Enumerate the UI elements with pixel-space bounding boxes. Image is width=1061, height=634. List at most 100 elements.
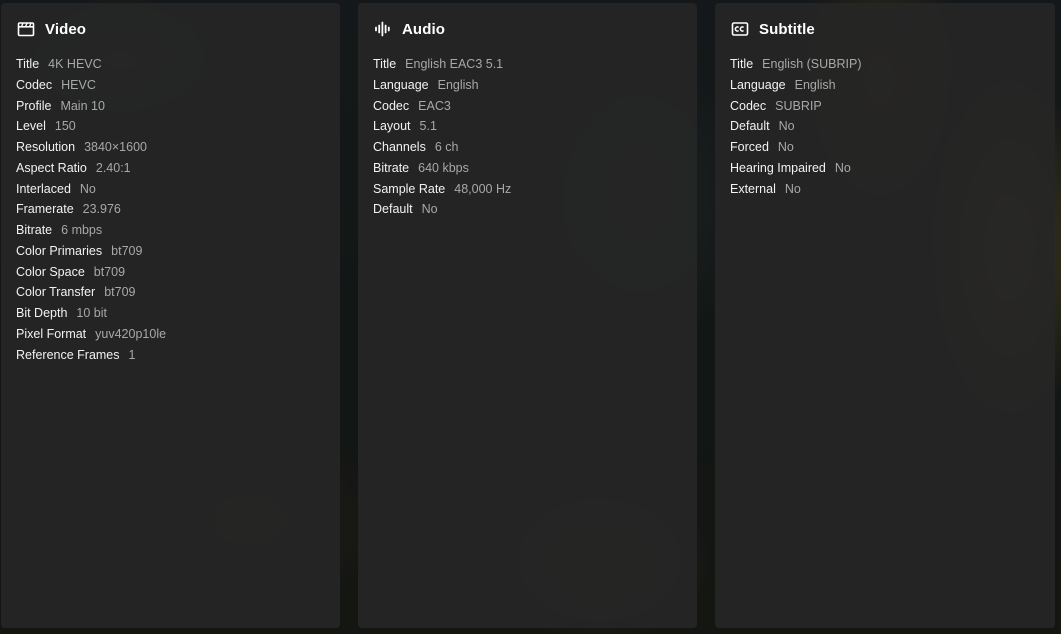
info-label: Channels xyxy=(373,140,426,154)
subtitle-info-row: Title English (SUBRIP) xyxy=(730,54,1045,75)
audio-info-row: Sample Rate 48,000 Hz xyxy=(373,179,687,200)
video-info-panel: Video Title 4K HEVC Codec HEVC Profile Main 1… xyxy=(1,3,340,628)
info-value: EAC3 xyxy=(418,98,451,113)
info-value: No xyxy=(778,119,795,134)
subtitle-panel-header: Subtitle xyxy=(731,20,815,38)
video-info-row: Bit Depth 10 bit xyxy=(16,303,330,324)
audio-info-panel: Audio Title English EAC3 5.1 Language Engli… xyxy=(358,3,697,628)
info-value: bt709 xyxy=(111,243,143,258)
info-label: Sample Rate xyxy=(373,181,446,196)
audio-info-row: Language English xyxy=(373,75,687,96)
video-info-row: Profile Main 10 xyxy=(16,96,330,117)
audio-info-row: Bitrate 640 kbps xyxy=(373,158,687,179)
clapperboard-icon xyxy=(17,20,35,38)
video-info-row: Color Primaries bt709 xyxy=(16,241,330,262)
info-label: Default xyxy=(373,202,413,217)
info-label: Interlaced xyxy=(16,181,71,196)
info-value: Main 10 xyxy=(60,98,105,113)
info-value: No xyxy=(834,160,851,175)
info-label: Codec xyxy=(730,98,767,113)
info-label: Default xyxy=(730,119,770,134)
audio-info-row: Layout 5.1 xyxy=(373,116,687,137)
info-value: No xyxy=(777,140,794,154)
info-label: Aspect Ratio xyxy=(16,160,87,175)
info-label: Bit Depth xyxy=(16,306,68,320)
closed-captions-icon xyxy=(731,20,749,38)
info-value: bt709 xyxy=(93,264,126,279)
info-value: 6 ch xyxy=(434,140,459,154)
info-value: bt709 xyxy=(104,285,136,300)
audio-info-row: Title English EAC3 5.1 xyxy=(373,54,687,75)
info-value: 2.40:1 xyxy=(95,160,131,175)
info-label: Title xyxy=(16,57,40,71)
info-label: External xyxy=(730,181,776,196)
info-value: No xyxy=(421,202,438,217)
info-label: Codec xyxy=(16,77,53,92)
info-value: 3840×1600 xyxy=(84,140,147,154)
info-value: 10 bit xyxy=(76,306,108,320)
info-label: Bitrate xyxy=(373,160,410,175)
video-info-row: Resolution 3840×1600 xyxy=(16,137,330,158)
info-label: Title xyxy=(730,57,754,71)
info-value: 640 kbps xyxy=(418,160,469,175)
subtitle-info-row: Hearing Impaired No xyxy=(730,158,1045,179)
video-info-list: Title 4K HEVC Codec HEVC Profile Main 10 Level… xyxy=(16,54,330,365)
info-value: 23.976 xyxy=(82,202,121,217)
info-label: Language xyxy=(730,77,786,92)
info-value: No xyxy=(784,181,801,196)
subtitle-info-panel: Subtitle Title English (SUBRIP) Language En… xyxy=(715,3,1055,628)
subtitle-info-row: Default No xyxy=(730,116,1045,137)
video-info-row: Aspect Ratio 2.40:1 xyxy=(16,158,330,179)
info-value: HEVC xyxy=(61,77,96,92)
info-label: Level xyxy=(16,119,46,134)
audio-info-row: Channels 6 ch xyxy=(373,137,687,158)
info-label: Profile xyxy=(16,98,52,113)
info-value: English EAC3 5.1 xyxy=(405,57,504,71)
audio-waveform-icon xyxy=(374,20,392,38)
info-value: 1 xyxy=(128,347,136,362)
info-label: Title xyxy=(373,57,397,71)
video-info-row: Color Transfer bt709 xyxy=(16,282,330,303)
video-info-row: Color Space bt709 xyxy=(16,262,330,283)
info-label: Color Space xyxy=(16,264,85,279)
info-label: Forced xyxy=(730,140,769,154)
subtitle-info-row: Language English xyxy=(730,75,1045,96)
info-label: Language xyxy=(373,77,429,92)
info-value: 4K HEVC xyxy=(48,57,102,71)
info-value: 48,000 Hz xyxy=(454,181,512,196)
info-label: Codec xyxy=(373,98,410,113)
info-label: Bitrate xyxy=(16,223,53,237)
info-value: English (SUBRIP) xyxy=(762,57,862,71)
info-value: SUBRIP xyxy=(775,98,822,113)
info-label: Hearing Impaired xyxy=(730,160,826,175)
video-info-row: Interlaced No xyxy=(16,179,330,200)
audio-panel-title: Audio xyxy=(402,20,445,38)
info-value: 5.1 xyxy=(419,119,437,134)
video-panel-header: Video xyxy=(17,20,86,38)
video-info-row: Framerate 23.976 xyxy=(16,199,330,220)
info-label: Color Transfer xyxy=(16,285,96,300)
video-info-row: Title 4K HEVC xyxy=(16,54,330,75)
info-value: yuv420p10le xyxy=(95,326,167,341)
video-info-row: Codec HEVC xyxy=(16,75,330,96)
video-info-row: Level 150 xyxy=(16,116,330,137)
video-info-row: Reference Frames 1 xyxy=(16,345,330,366)
info-label: Pixel Format xyxy=(16,326,87,341)
video-info-row: Bitrate 6 mbps xyxy=(16,220,330,241)
video-panel-title: Video xyxy=(45,20,87,38)
audio-info-row: Default No xyxy=(373,199,687,220)
subtitle-info-row: Forced No xyxy=(730,137,1045,158)
info-value: No xyxy=(79,181,96,196)
info-label: Resolution xyxy=(16,140,76,154)
info-value: English xyxy=(794,77,836,92)
subtitle-panel-title: Subtitle xyxy=(759,20,815,38)
subtitle-info-row: External No xyxy=(730,179,1045,200)
info-label: Layout xyxy=(373,119,411,134)
info-label: Framerate xyxy=(16,202,74,217)
audio-info-list: Title English EAC3 5.1 Language English Code… xyxy=(373,54,687,220)
info-label: Reference Frames xyxy=(16,347,120,362)
audio-info-row: Codec EAC3 xyxy=(373,96,687,117)
info-value: English xyxy=(437,77,479,92)
info-value: 150 xyxy=(54,119,76,134)
audio-panel-header: Audio xyxy=(374,20,445,38)
